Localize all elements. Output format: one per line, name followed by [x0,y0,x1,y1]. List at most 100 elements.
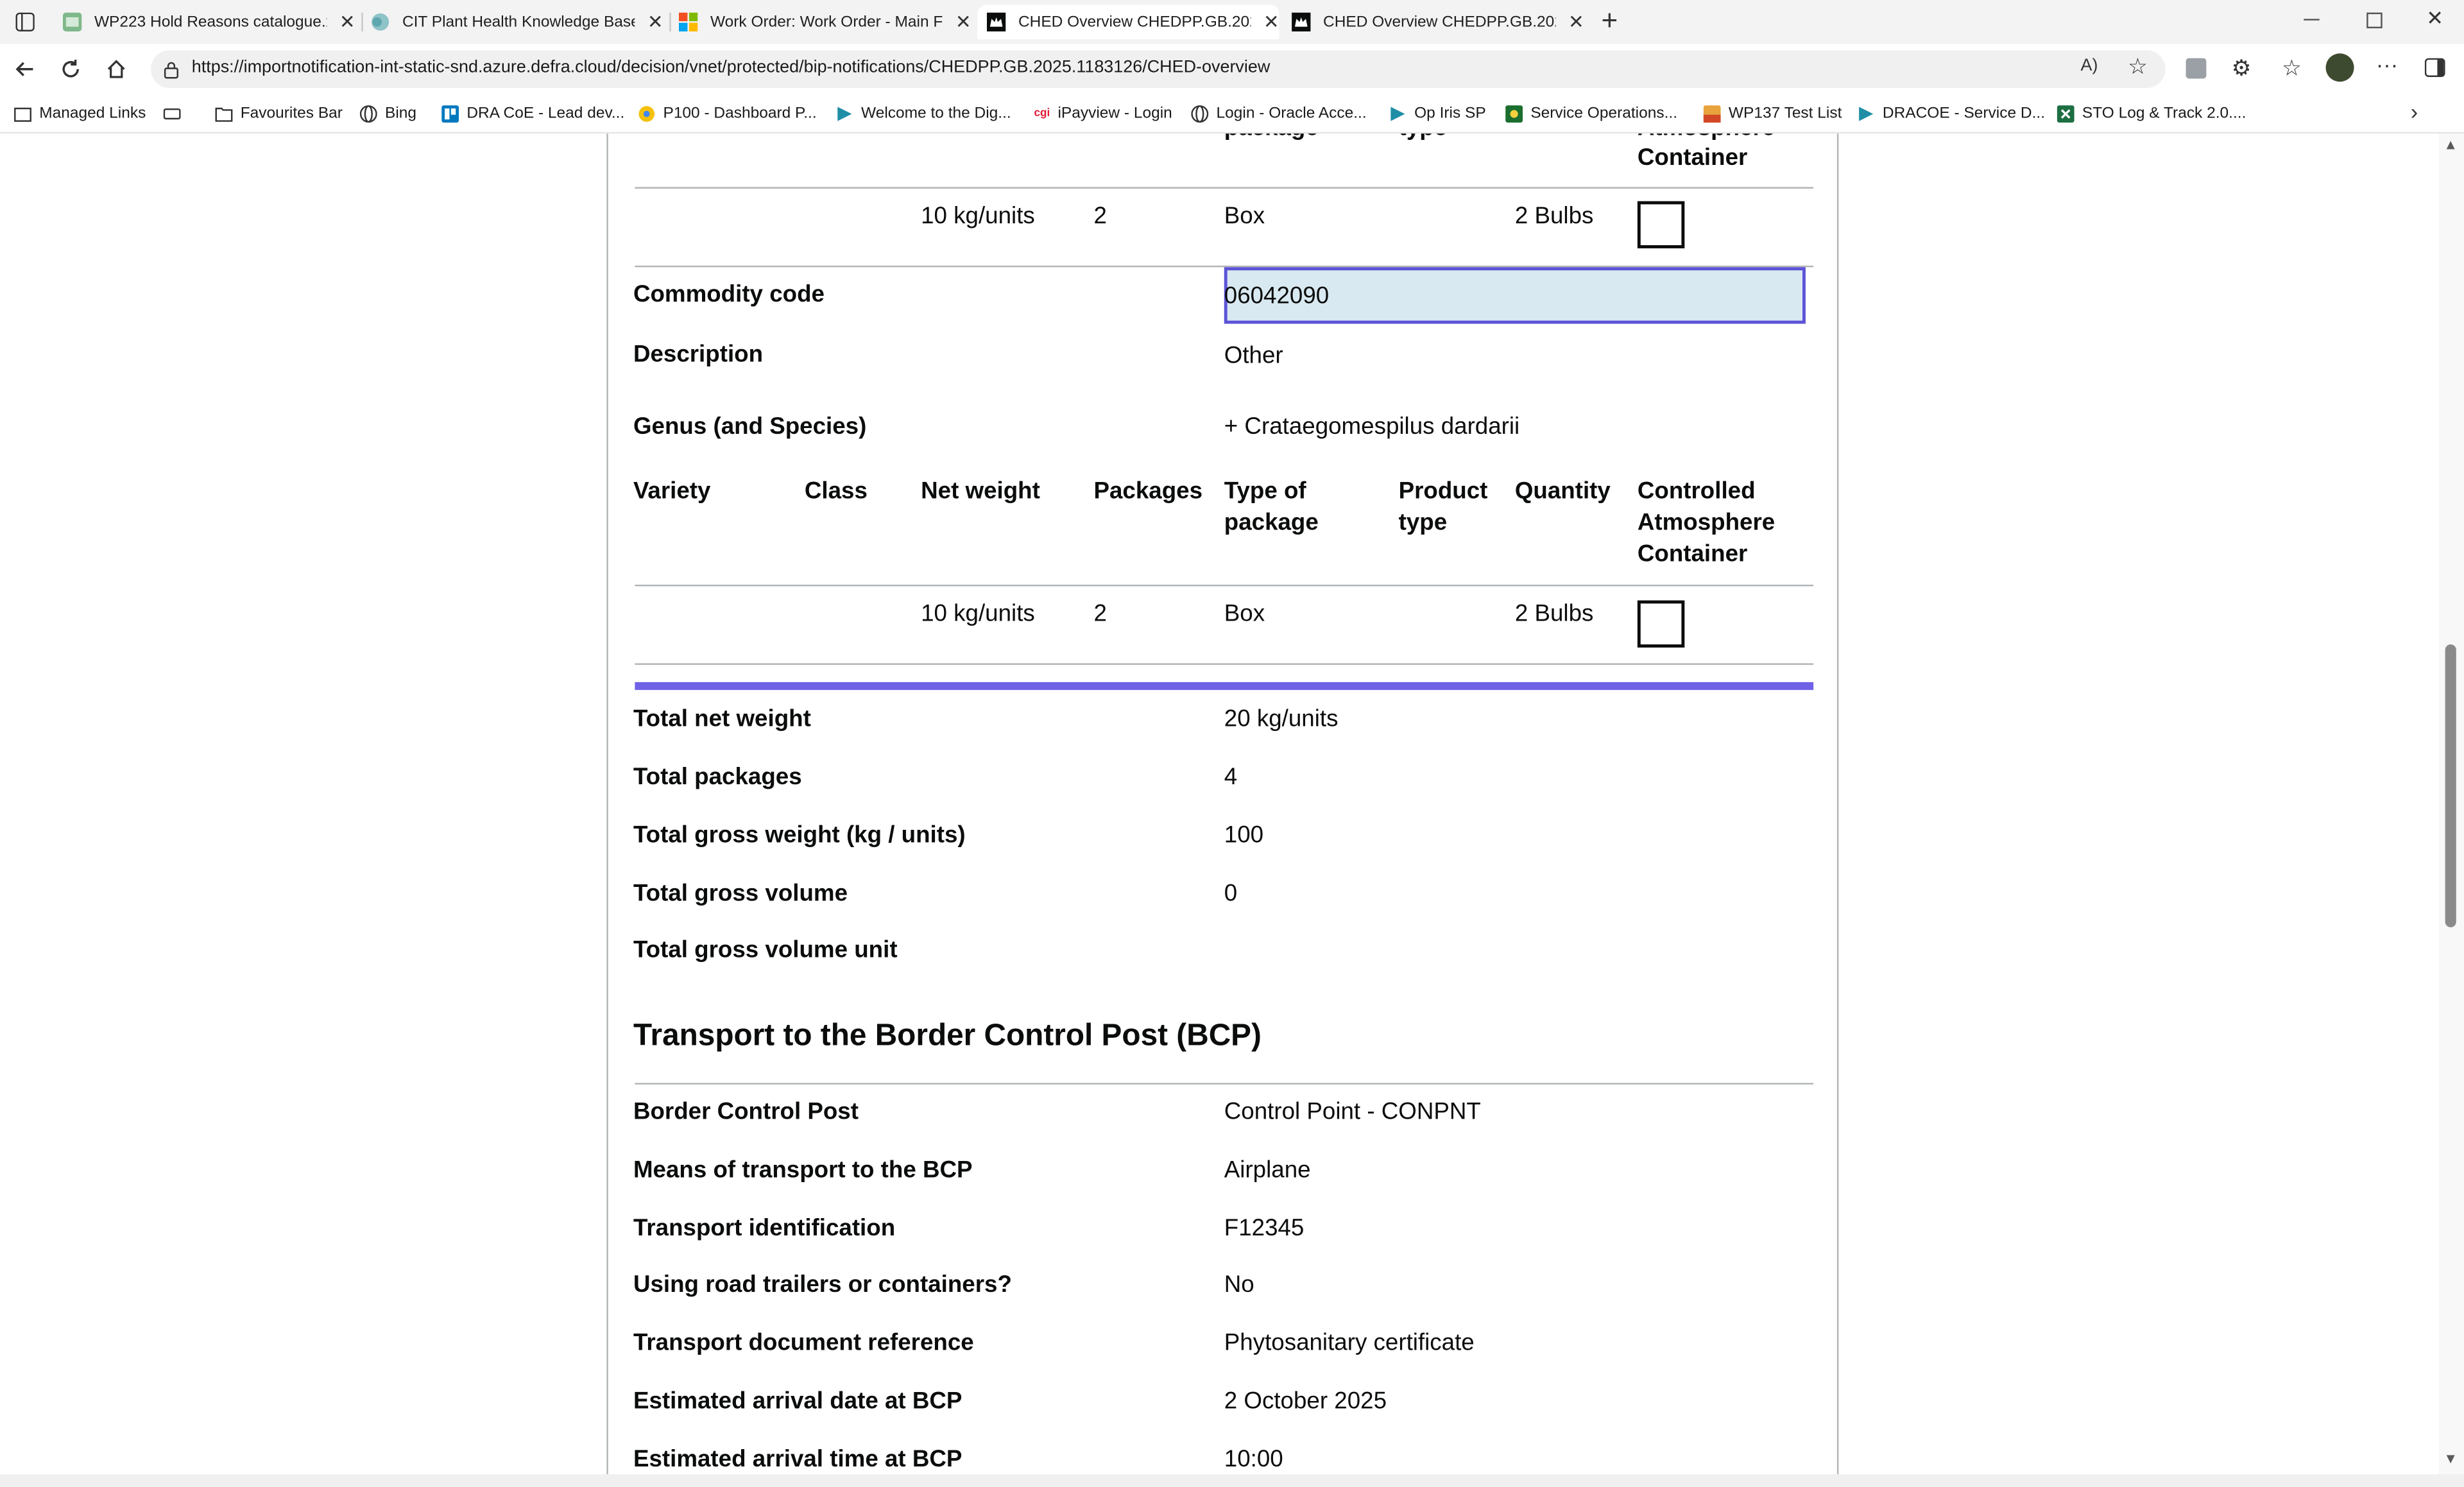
home-icon[interactable] [105,58,127,80]
fav-sto-log[interactable]: STO Log & Track 2.0.... [2057,102,2246,124]
transport-identification-value: F12345 [1224,1215,1305,1242]
close-icon[interactable]: ✕ [647,11,663,33]
col-header-variety: Variety [633,477,711,505]
tab-wp223[interactable]: WP223 Hold Reasons catalogue.x ✕ [62,4,355,39]
close-icon[interactable]: ✕ [1263,11,1279,33]
tab-label: WP223 Hold Reasons catalogue.x [94,13,327,31]
extensions-puzzle-icon[interactable]: ⚙ [2232,55,2252,82]
tab-work-order[interactable]: Work Order: Work Order - Main F ✕ [678,4,971,39]
crown-icon [986,12,1006,31]
transport-document-value: Phytosanitary certificate [1224,1329,1475,1357]
cgi-icon: cgi [1034,107,1050,119]
new-tab-button[interactable]: + [1602,4,1618,37]
packages-cell: 2 [1093,202,1107,230]
tab-label: Work Order: Work Order - Main F [710,13,943,31]
col-header-net-weight: Net weight [921,477,1040,505]
divider [635,187,1814,189]
main-container: package type Atmosphere Container 10 kg/… [606,133,1839,1475]
read-aloud-icon[interactable]: A) [2080,56,2098,75]
crown-icon [1292,12,1311,31]
col-header-container: Container [1637,540,1748,568]
tab-ched-overview-active[interactable]: CHED Overview CHEDPP.GB.2025 ✕ [977,4,1279,40]
total-net-weight-label: Total net weight [633,705,811,733]
url-text: https://importnotification-int-static-sn… [191,58,1270,78]
folder-icon [14,107,31,121]
controlled-atmosphere-checkbox[interactable] [1637,201,1685,248]
divider [635,585,1814,587]
divider [635,663,1814,665]
fav-favourites-bar[interactable]: Favourites Bar [215,102,343,124]
total-gross-volume-value: 0 [1224,880,1238,907]
fav-service-operations[interactable]: Service Operations... [1505,102,1677,124]
arrival-date-value: 2 October 2025 [1224,1388,1387,1415]
folder-icon [215,107,233,121]
globe-icon [359,104,377,122]
description-value: Other [1224,342,1283,370]
border-control-post-label: Border Control Post [633,1098,859,1126]
profile-avatar[interactable] [2325,53,2354,82]
address-bar[interactable]: https://importnotification-int-static-sn… [151,50,2166,89]
close-window-button[interactable]: ✕ [2426,6,2443,31]
more-options-icon[interactable]: ··· [2376,52,2398,77]
chevron-right-icon[interactable]: › [2411,99,2418,124]
favourites-icon[interactable]: ☆ [2282,55,2302,82]
col-header-controlled: Controlled [1637,477,1756,505]
divider [635,1083,1814,1085]
col-header-product-type: Product [1398,477,1488,505]
fav-oracle[interactable]: Login - Oracle Acce... [1191,102,1367,124]
tab-cit-plant-health[interactable]: CIT Plant Health Knowledge Base ✕ [371,4,663,39]
genus-value: + Crataegomespilus dardarii [1224,413,1520,440]
col-header-package-partial: package [1224,133,1319,144]
controlled-atmosphere-checkbox[interactable] [1637,600,1685,648]
packages-cell: 2 [1093,600,1107,628]
lock-icon[interactable] [164,62,179,79]
quantity-cell: 2 Bulbs [1514,202,1594,230]
transport-identification-label: Transport identification [633,1215,896,1242]
col-header-class: Class [804,477,868,505]
tab-ched-overview[interactable]: CHED Overview CHEDPP.GB.2025 ✕ [1292,4,1584,39]
fav-wp137[interactable]: WP137 Test List [1703,102,1842,124]
quantity-cell: 2 Bulbs [1514,600,1594,628]
extension-icon[interactable] [2186,58,2207,79]
fav-dracoe-service[interactable]: DRACOE - Service D... [1858,102,2045,124]
sidebar-icon[interactable] [2424,58,2445,77]
scroll-up-arrow-icon[interactable]: ▲ [2443,137,2458,152]
fav-bing[interactable]: Bing [359,102,416,124]
fav-dra-coe[interactable]: DRA CoE - Lead dev... [441,102,624,124]
type-of-package-cell: Box [1224,600,1265,628]
fav-p100[interactable]: P100 - Dashboard P... [638,102,817,124]
scroll-down-arrow-icon[interactable]: ▼ [2443,1450,2458,1466]
fav-op-iris[interactable]: Op Iris SP [1389,102,1486,124]
arrival-date-label: Estimated arrival date at BCP [633,1388,963,1415]
close-icon[interactable]: ✕ [1568,11,1584,33]
tab-label: CIT Plant Health Knowledge Base [402,13,635,31]
fav-ipayview[interactable]: cgi iPayview - Login [1034,102,1172,124]
col-header-type-of-package: Type of [1224,477,1306,505]
total-gross-weight-value: 100 [1224,821,1264,849]
microsoft-icon [678,12,698,31]
sharepoint-icon [372,13,389,31]
refresh-icon[interactable] [60,58,81,80]
back-icon[interactable] [14,58,36,80]
border-control-post-value: Control Point - CONPNT [1224,1098,1481,1126]
restore-button[interactable] [2366,12,2383,29]
card-icon [163,107,181,119]
fav-welcome-dig[interactable]: Welcome to the Dig... [836,102,1011,124]
tab-bar: WP223 Hold Reasons catalogue.x ✕ CIT Pla… [0,0,2464,44]
favorite-star-icon[interactable]: ☆ [2128,53,2148,80]
scrollbar-thumb[interactable] [2445,644,2456,927]
close-icon[interactable]: ✕ [955,11,971,33]
dynamics-icon [1390,106,1405,121]
close-icon[interactable]: ✕ [339,11,355,33]
tab-label: CHED Overview CHEDPP.GB.2025 [1018,13,1251,31]
minimize-button[interactable] [2304,19,2320,21]
dynamics-icon [1859,106,1874,121]
total-gross-volume-label: Total gross volume [633,880,848,907]
scrollbar[interactable]: ▲ ▼ [2438,133,2464,1475]
col-header-type-of-package-2: package [1224,509,1319,537]
fav-card[interactable] [163,102,189,124]
tab-actions-icon[interactable] [15,12,35,31]
fav-managed-links[interactable]: Managed Links [14,102,146,124]
col-header-container-partial: Container [1637,144,1748,171]
commodity-code-label: Commodity code [633,281,825,309]
